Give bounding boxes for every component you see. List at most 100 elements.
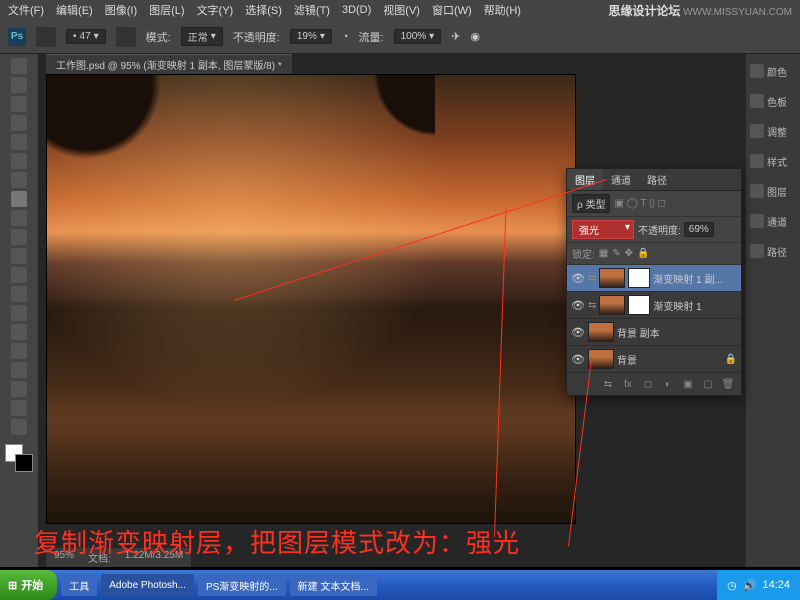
zoom-tool[interactable] bbox=[11, 419, 27, 435]
taskbar-item[interactable]: 新建 文本文档... bbox=[290, 574, 377, 596]
menu-window[interactable]: 窗口(W) bbox=[432, 2, 472, 18]
layer-name[interactable]: 背景 副本 bbox=[617, 325, 737, 340]
shape-tool[interactable] bbox=[11, 381, 27, 397]
menu-type[interactable]: 文字(Y) bbox=[197, 2, 234, 18]
swatch-icon bbox=[750, 94, 764, 108]
dodge-tool[interactable] bbox=[11, 305, 27, 321]
tab-paths[interactable]: 路径 bbox=[639, 169, 675, 190]
dock-layers[interactable]: 图层 bbox=[750, 180, 796, 202]
marquee-tool[interactable] bbox=[11, 77, 27, 93]
layer-thumbnail[interactable] bbox=[599, 268, 625, 288]
dock-color[interactable]: 颜色 bbox=[750, 60, 796, 82]
crop-tool[interactable] bbox=[11, 134, 27, 150]
adjustment-button[interactable]: ◐ bbox=[661, 377, 675, 391]
brush-tool[interactable] bbox=[11, 191, 27, 207]
menu-help[interactable]: 帮助(H) bbox=[484, 2, 521, 18]
layer-name[interactable]: 渐变映射 1 bbox=[653, 298, 737, 313]
lock-all-icon[interactable]: 🔒 bbox=[637, 248, 649, 259]
tray-icon[interactable]: 🔊 bbox=[743, 579, 757, 592]
layer-thumbnail[interactable] bbox=[599, 295, 625, 315]
mask-button[interactable]: ◻ bbox=[641, 377, 655, 391]
layer-thumbnail[interactable] bbox=[588, 322, 614, 342]
color-swatch[interactable] bbox=[5, 444, 33, 472]
link-layers-button[interactable]: ⇆ bbox=[601, 377, 615, 391]
dock-channels[interactable]: 通道 bbox=[750, 210, 796, 232]
taskbar-item[interactable]: Adobe Photosh... bbox=[101, 574, 194, 596]
menu-bar: 文件(F) 编辑(E) 图像(I) 图层(L) 文字(Y) 选择(S) 滤镜(T… bbox=[0, 0, 800, 20]
visibility-toggle[interactable]: 👁 bbox=[571, 298, 585, 312]
blend-mode-select[interactable]: 正常 ▾ bbox=[181, 27, 223, 46]
taskbar-item[interactable]: PS渐变映射的... bbox=[198, 574, 286, 596]
layer-opacity-field[interactable]: 69% bbox=[684, 222, 714, 237]
menu-file[interactable]: 文件(F) bbox=[8, 2, 44, 18]
stamp-tool[interactable] bbox=[11, 210, 27, 226]
layer-kind-filter[interactable]: ρ 类型 bbox=[572, 194, 610, 213]
brush-panel-toggle-icon[interactable] bbox=[116, 27, 136, 47]
menu-3d[interactable]: 3D(D) bbox=[342, 4, 371, 16]
lock-position-icon[interactable]: ✥ bbox=[625, 248, 633, 259]
visibility-toggle[interactable]: 👁 bbox=[571, 325, 585, 339]
pressure-size-icon[interactable]: ◉ bbox=[470, 30, 480, 43]
eyedropper-tool[interactable] bbox=[11, 153, 27, 169]
lock-transparency-icon[interactable]: ▦ bbox=[599, 248, 608, 259]
link-icon[interactable]: ⇆ bbox=[588, 273, 596, 284]
layer-row[interactable]: 👁 ⇆ 渐变映射 1 副... bbox=[567, 265, 741, 292]
visibility-toggle[interactable]: 👁 bbox=[571, 352, 585, 366]
tab-channels[interactable]: 通道 bbox=[603, 169, 639, 190]
path-tool[interactable] bbox=[11, 362, 27, 378]
pressure-opacity-icon[interactable]: ◔ bbox=[342, 31, 349, 43]
layer-name[interactable]: 背景 bbox=[617, 352, 722, 367]
opacity-field[interactable]: 19% ▾ bbox=[290, 29, 332, 44]
menu-filter[interactable]: 滤镜(T) bbox=[294, 2, 330, 18]
background-color[interactable] bbox=[15, 454, 33, 472]
lock-pixels-icon[interactable]: ✎ bbox=[612, 248, 620, 259]
delete-layer-button[interactable]: 🗑 bbox=[721, 377, 735, 391]
airbrush-icon[interactable]: ✈ bbox=[451, 30, 460, 43]
menu-image[interactable]: 图像(I) bbox=[105, 2, 137, 18]
healing-tool[interactable] bbox=[11, 172, 27, 188]
flow-field[interactable]: 100% ▾ bbox=[394, 29, 442, 44]
document-tab[interactable]: 工作图.psd @ 95% (渐变映射 1 副本, 图层蒙版/8) * bbox=[46, 54, 292, 74]
move-tool[interactable] bbox=[11, 58, 27, 74]
pen-tool[interactable] bbox=[11, 324, 27, 340]
gradient-tool[interactable] bbox=[11, 267, 27, 283]
layer-row[interactable]: 👁 背景 副本 bbox=[567, 319, 741, 346]
menu-view[interactable]: 视图(V) bbox=[383, 2, 420, 18]
lasso-tool[interactable] bbox=[11, 96, 27, 112]
visibility-toggle[interactable]: 👁 bbox=[571, 271, 585, 285]
blend-mode-select[interactable]: 强光 ▾ bbox=[572, 220, 634, 239]
type-tool[interactable] bbox=[11, 343, 27, 359]
new-layer-button[interactable]: ▢ bbox=[701, 377, 715, 391]
start-button[interactable]: ⊞开始 bbox=[0, 570, 57, 600]
system-tray[interactable]: ◷ 🔊 14:24 bbox=[717, 570, 800, 600]
taskbar-item[interactable]: 工具 bbox=[61, 574, 97, 596]
blur-tool[interactable] bbox=[11, 286, 27, 302]
group-button[interactable]: ▣ bbox=[681, 377, 695, 391]
layer-mask-thumbnail[interactable] bbox=[628, 268, 650, 288]
menu-layer[interactable]: 图层(L) bbox=[149, 2, 184, 18]
dock-styles[interactable]: 样式 bbox=[750, 150, 796, 172]
tool-preset-icon[interactable] bbox=[36, 27, 56, 47]
tray-icon[interactable]: ◷ bbox=[727, 579, 737, 592]
panel-tabs: 图层 通道 路径 bbox=[567, 169, 741, 191]
clock[interactable]: 14:24 bbox=[762, 579, 790, 591]
brush-size-field[interactable]: • 47 ▾ bbox=[66, 29, 106, 44]
link-icon[interactable]: ⇆ bbox=[588, 300, 596, 311]
layer-row[interactable]: 👁 背景 🔒 bbox=[567, 346, 741, 373]
hand-tool[interactable] bbox=[11, 400, 27, 416]
dock-adjust[interactable]: 调整 bbox=[750, 120, 796, 142]
styles-icon bbox=[750, 154, 764, 168]
lock-label: 锁定: bbox=[572, 246, 595, 261]
flow-label: 流量: bbox=[359, 29, 384, 45]
menu-select[interactable]: 选择(S) bbox=[245, 2, 282, 18]
history-brush-tool[interactable] bbox=[11, 229, 27, 245]
eraser-tool[interactable] bbox=[11, 248, 27, 264]
menu-edit[interactable]: 编辑(E) bbox=[56, 2, 93, 18]
layer-mask-thumbnail[interactable] bbox=[628, 295, 650, 315]
wand-tool[interactable] bbox=[11, 115, 27, 131]
layer-name[interactable]: 渐变映射 1 副... bbox=[653, 271, 737, 286]
layer-row[interactable]: 👁 ⇆ 渐变映射 1 bbox=[567, 292, 741, 319]
dock-swatches[interactable]: 色板 bbox=[750, 90, 796, 112]
fx-button[interactable]: fx bbox=[621, 377, 635, 391]
dock-paths[interactable]: 路径 bbox=[750, 240, 796, 262]
